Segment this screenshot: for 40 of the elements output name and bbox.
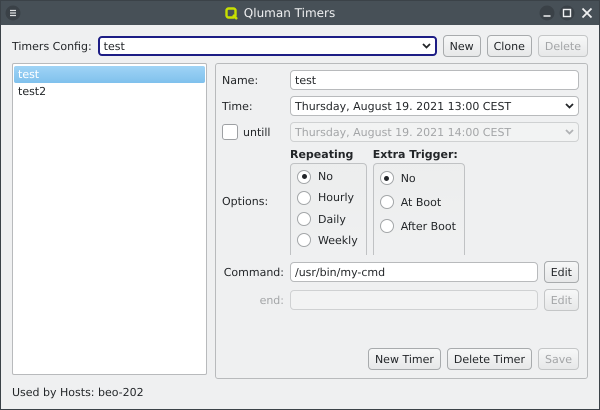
- radio-button[interactable]: [380, 219, 394, 233]
- config-dropdown[interactable]: test: [98, 36, 437, 56]
- field-label: Name:: [222, 74, 260, 86]
- edit-button[interactable]: Edit: [544, 261, 579, 283]
- radio-label: No: [400, 172, 416, 184]
- radio-label: Hourly: [318, 191, 354, 204]
- button[interactable]: Delete Timer: [446, 348, 532, 370]
- window-title: Qluman Timers: [244, 6, 336, 20]
- radio-button[interactable]: [297, 233, 311, 248]
- button[interactable]: New Timer: [368, 348, 441, 370]
- button[interactable]: New: [442, 35, 481, 57]
- group-title: Extra Trigger:: [372, 148, 459, 161]
- checkbox-label: untill: [243, 126, 270, 138]
- radio-button[interactable]: [380, 195, 394, 209]
- field-label: Command:: [222, 266, 284, 278]
- name-field[interactable]: test: [290, 70, 579, 90]
- field-label: Options:: [222, 195, 270, 208]
- button[interactable]: Clone: [486, 35, 532, 57]
- close-icon[interactable]: [579, 5, 595, 21]
- radio-label: Weekly: [318, 234, 358, 247]
- radio-label: At Boot: [400, 196, 442, 208]
- status-text: Used by Hosts: beo-202: [11, 385, 145, 401]
- radio-button[interactable]: [297, 170, 311, 184]
- group-title: Repeating: [290, 148, 354, 161]
- app-logo-icon: [224, 6, 238, 20]
- time-dropdown[interactable]: Thursday, August 19. 2021 13:00 CEST: [290, 96, 579, 116]
- field-label: Time:: [222, 100, 254, 112]
- radio-button[interactable]: [297, 190, 311, 205]
- radio-label: No: [318, 170, 333, 184]
- list-item[interactable]: test2: [14, 83, 205, 100]
- radio-label: After Boot: [400, 220, 456, 232]
- config-label: Timers Config:: [12, 40, 92, 52]
- radio-button[interactable]: [380, 171, 394, 185]
- command-field[interactable]: /usr/bin/my-cmd: [290, 262, 538, 282]
- minimize-icon[interactable]: [539, 5, 555, 21]
- menu-icon[interactable]: [5, 5, 21, 21]
- radio-button[interactable]: [297, 212, 311, 226]
- radio-label: Daily: [318, 212, 346, 226]
- maximize-icon[interactable]: [559, 5, 575, 21]
- field-label: end:: [258, 294, 284, 306]
